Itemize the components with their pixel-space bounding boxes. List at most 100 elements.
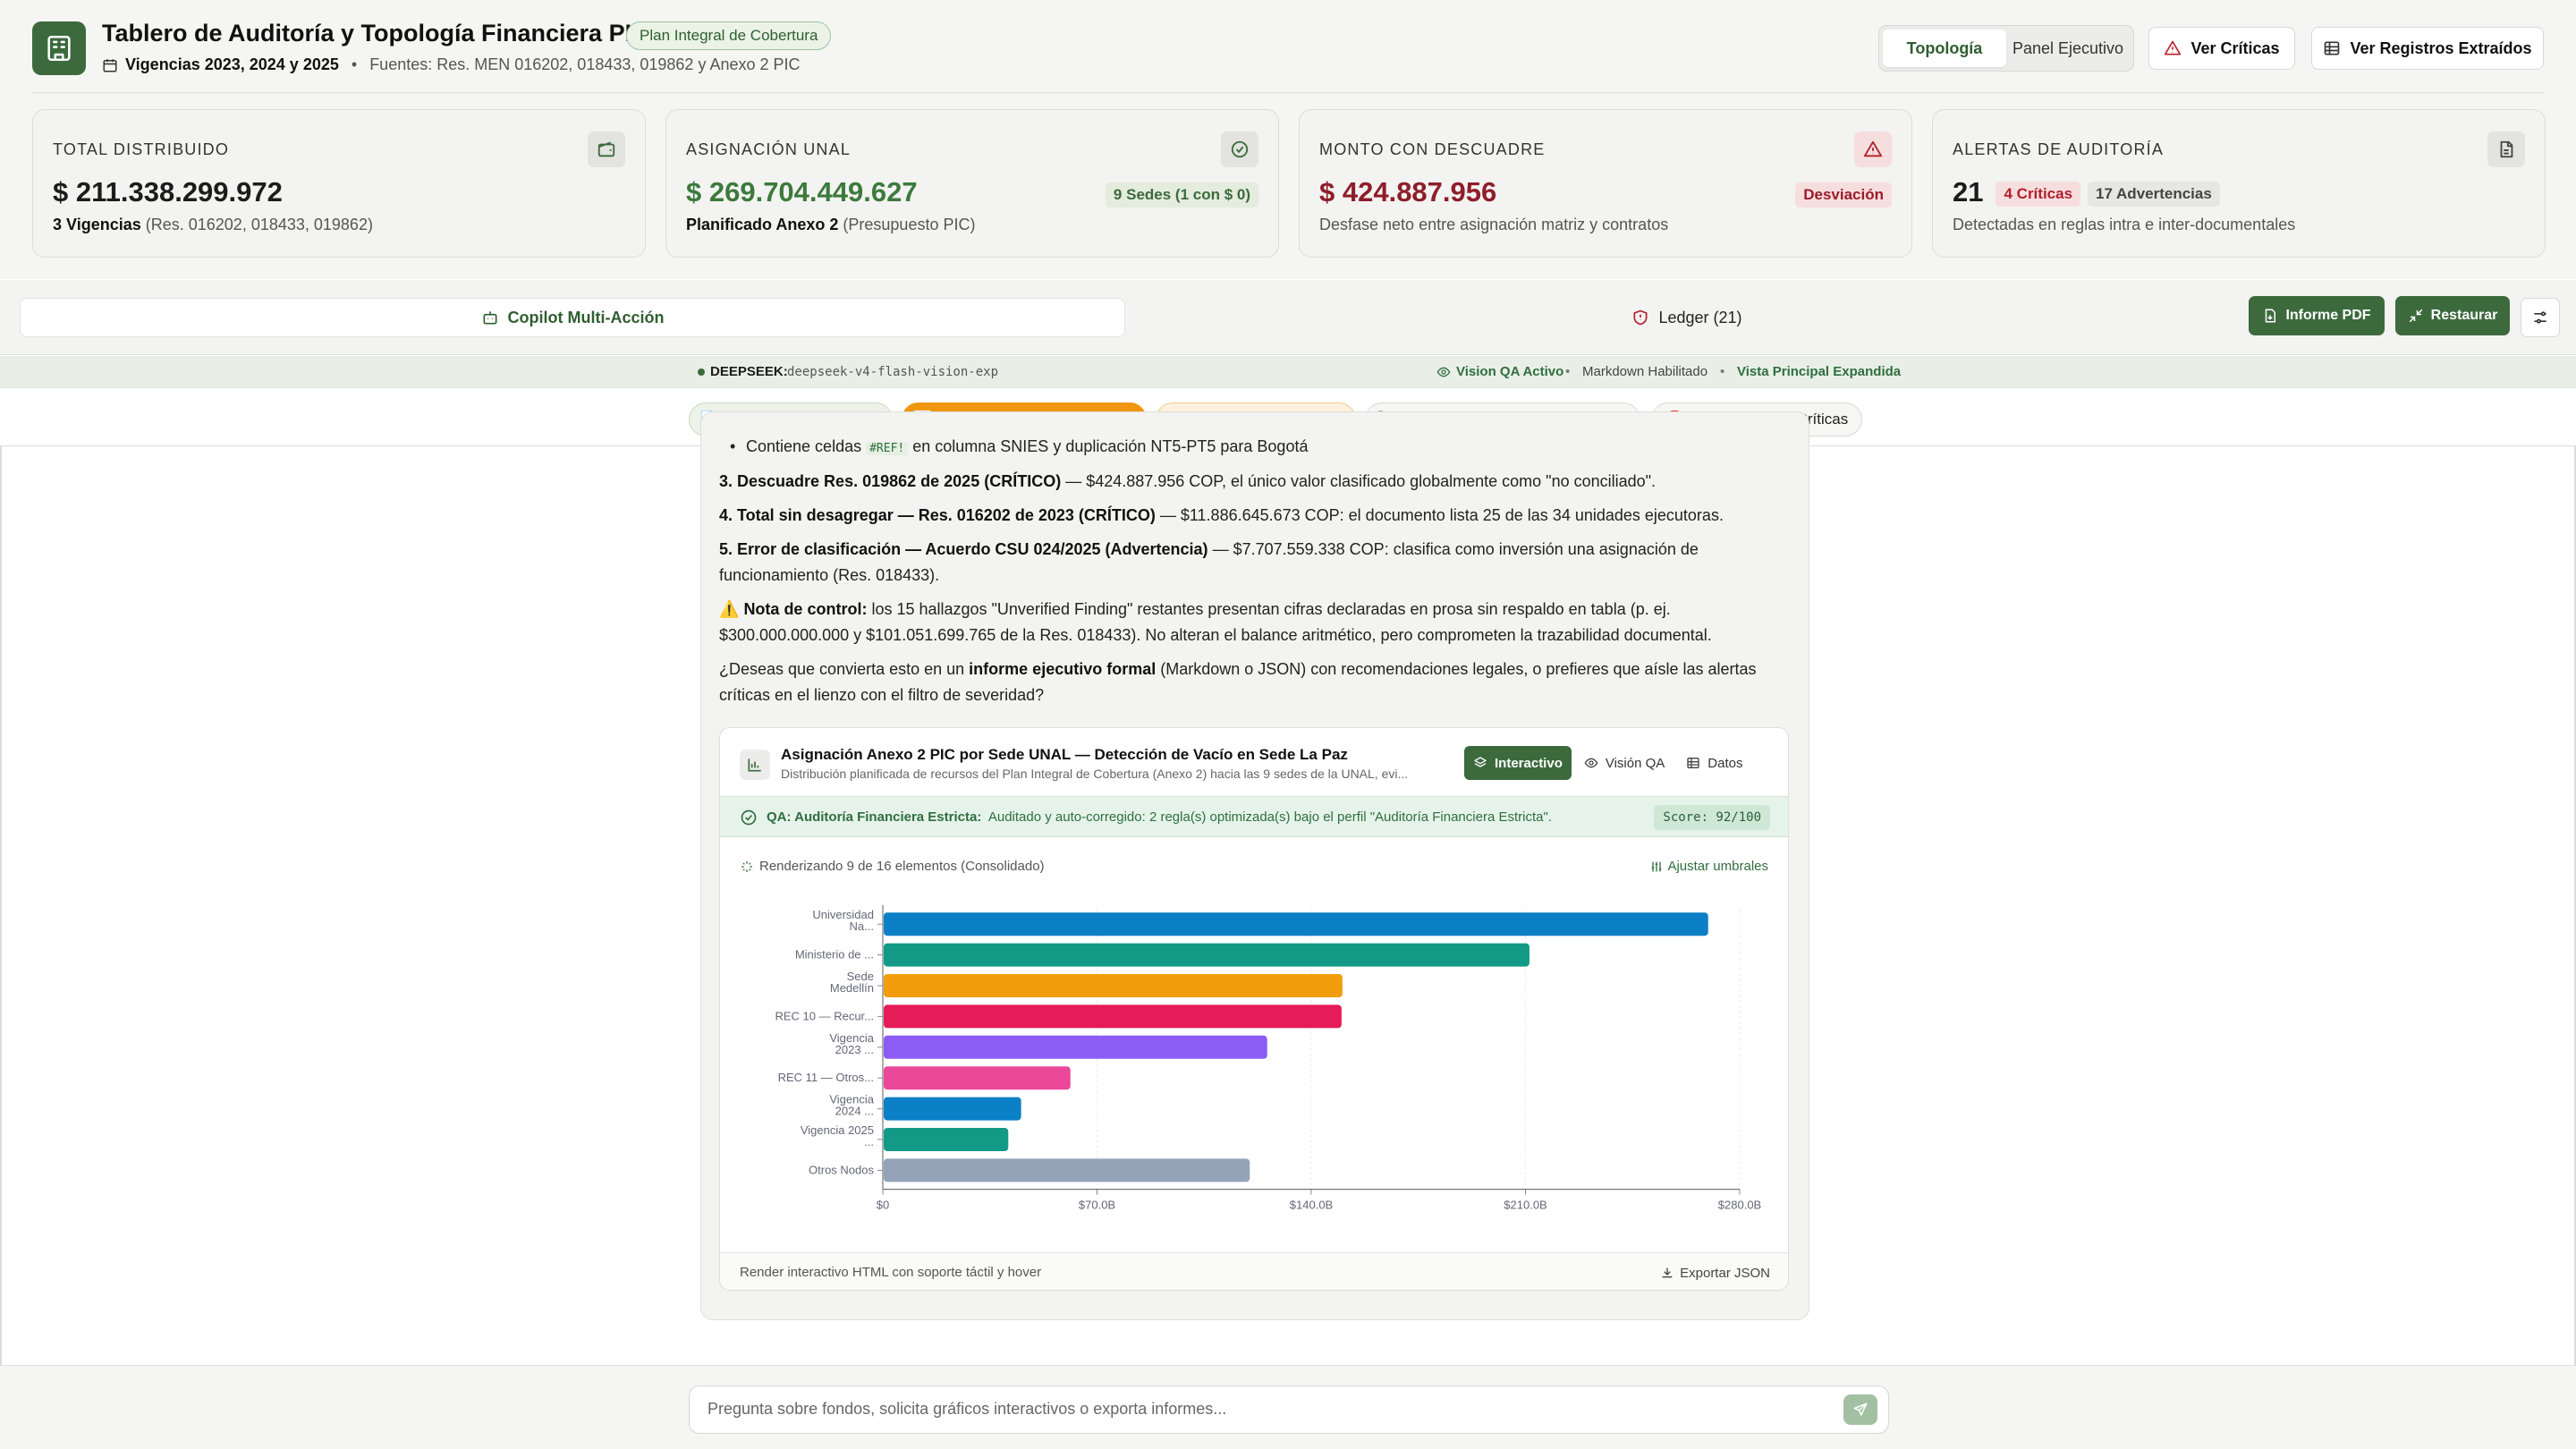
- view-status: Vista Principal Expandida: [1737, 364, 1902, 379]
- y-tick-label-line: REC 11 — Otros...: [778, 1071, 874, 1084]
- alert-triangle-icon: [1854, 131, 1892, 167]
- calendar-icon: [102, 57, 118, 73]
- restaurar-button[interactable]: Restaurar: [2395, 296, 2510, 335]
- card-monto-descuadre: MONTO CON DESCUADRE $ 424.887.956 Desvia…: [1299, 109, 1912, 258]
- finding-title: 4. Total sin desagregar — Res. 016202 de…: [719, 506, 1156, 524]
- x-tick-label: $280.0B: [1718, 1199, 1761, 1212]
- qa-text: QA: Auditoría Financiera Estricta: Audit…: [767, 797, 1552, 838]
- header-divider: [32, 92, 2544, 93]
- y-tick-label-line: Vigencia 2025: [801, 1123, 874, 1137]
- ver-registros-button[interactable]: Ver Registros Extraídos: [2311, 27, 2544, 70]
- separator-dot: •: [351, 55, 358, 73]
- plan-badge: Plan Integral de Cobertura: [626, 21, 832, 50]
- document-icon: [2487, 131, 2525, 167]
- x-tick-label: $0: [877, 1199, 889, 1212]
- informe-pdf-label: Informe PDF: [2285, 308, 2371, 323]
- minimize-icon: [2408, 308, 2424, 324]
- ver-criticas-button[interactable]: Ver Críticas: [2148, 27, 2295, 70]
- x-tick-label: $70.0B: [1079, 1199, 1115, 1212]
- bar: [884, 1158, 1250, 1182]
- tab-vision-qa[interactable]: Visión QA: [1575, 746, 1674, 780]
- ref-error-code: #REF!: [866, 442, 909, 455]
- ver-registros-label: Ver Registros Extraídos: [2350, 38, 2532, 57]
- tab-interactivo[interactable]: Interactivo: [1464, 746, 1572, 780]
- tab-ledger[interactable]: Ledger (21): [1134, 298, 2240, 337]
- chart-view-tabs: Interactivo Visión QA Datos: [1464, 746, 1768, 780]
- tab-vision-qa-label: Visión QA: [1605, 755, 1665, 771]
- view-switcher: Topología Panel Ejecutivo: [1878, 25, 2134, 72]
- dashboard-header: Tablero de Auditoría y Topología Financi…: [0, 0, 2576, 279]
- exportar-json-label: Exportar JSON: [1680, 1265, 1770, 1281]
- card-total-distribuido: TOTAL DISTRIBUIDO $ 211.338.299.972 3 Vi…: [32, 109, 646, 258]
- y-tick-label: REC 10 — Recur...: [775, 1009, 874, 1022]
- content-border-left: [0, 446, 2, 1365]
- chart-card: Asignación Anexo 2 PIC por Sede UNAL — D…: [719, 727, 1789, 1291]
- send-button[interactable]: [1843, 1394, 1877, 1425]
- y-tick-label: Vigencia 2024 ...: [829, 1093, 874, 1118]
- chart-footer: Render interactivo HTML con soporte táct…: [720, 1252, 1788, 1290]
- y-tick-label: Universidad Na...: [812, 908, 874, 933]
- settings-sliders-button[interactable]: [2521, 298, 2560, 337]
- warning-icon: ⚠️: [719, 600, 740, 618]
- criticas-chip[interactable]: 4 Críticas: [1996, 182, 2081, 207]
- tab-copilot[interactable]: Copilot Multi-Acción: [20, 298, 1125, 337]
- render-info-text: Renderizando 9 de 16 elementos (Consolid…: [759, 859, 1045, 874]
- informe-pdf-button[interactable]: Informe PDF: [2249, 296, 2385, 335]
- message-bullet: • Contiene celdas #REF! en columna SNIES…: [719, 434, 1792, 462]
- card-footer: Desfase neto entre asignación matriz y c…: [1319, 216, 1669, 233]
- card-footer-text: (Presupuesto PIC): [843, 216, 976, 233]
- bar: [884, 974, 1343, 997]
- status-dot: [698, 369, 705, 376]
- card-footer: 3 Vigencias (Res. 016202, 018433, 019862…: [53, 216, 373, 234]
- bar: [884, 1035, 1267, 1059]
- chart-subtitle: Distribución planificada de recursos del…: [781, 767, 1409, 781]
- tab-datos-label: Datos: [1707, 755, 1743, 771]
- building-logo-icon: [32, 21, 86, 75]
- alert-summary: 21 4 Críticas 17 Advertencias: [1953, 176, 2220, 208]
- chart-title: Asignación Anexo 2 PIC por Sede UNAL — D…: [781, 746, 1348, 763]
- y-tick-label: Otros Nodos: [809, 1163, 874, 1176]
- question-text: ¿Deseas que convierta esto en un: [719, 660, 970, 678]
- sliders-icon: [2531, 309, 2549, 326]
- wallet-icon: [588, 131, 625, 167]
- exportar-json-button[interactable]: Exportar JSON: [1660, 1253, 1770, 1290]
- y-tick-label-line: 2023 ...: [835, 1043, 874, 1056]
- bar: [884, 943, 1530, 967]
- bot-icon: [481, 309, 499, 326]
- qa-label: QA: Auditoría Financiera Estricta:: [767, 809, 982, 825]
- y-tick-label-line: ...: [864, 1135, 874, 1148]
- chat-input[interactable]: [708, 1386, 1817, 1432]
- vision-qa-status: Vision QA Activo: [1436, 356, 1563, 388]
- fuentes-text: Fuentes: Res. MEN 016202, 018433, 019862…: [369, 55, 801, 73]
- tab-panel-ejecutivo[interactable]: Panel Ejecutivo: [2006, 30, 2130, 67]
- advertencias-chip[interactable]: 17 Advertencias: [2088, 182, 2220, 207]
- y-tick-label-line: Ministerio de ...: [795, 948, 874, 962]
- qa-message: Auditado y auto-corregido: 2 regla(s) op…: [987, 809, 1552, 825]
- eye-icon: [1584, 756, 1598, 770]
- bullet-text: en columna SNIES y duplicación NT5-PT5 p…: [908, 437, 1309, 455]
- tab-datos[interactable]: Datos: [1677, 746, 1751, 780]
- x-tick-label: $140.0B: [1290, 1199, 1333, 1212]
- card-value: $ 424.887.956: [1319, 176, 1497, 208]
- ajustar-umbrales-button[interactable]: Ajustar umbrales: [1649, 859, 1768, 874]
- sparkles-icon: [740, 860, 754, 874]
- card-footer-bold: 3 Vigencias: [53, 216, 141, 233]
- tab-topologia[interactable]: Topología: [1883, 30, 2006, 67]
- finding-4: 4. Total sin desagregar — Res. 016202 de…: [719, 503, 1792, 529]
- eye-icon: [1436, 365, 1451, 379]
- layers-icon: [1473, 756, 1487, 770]
- card-footer: Detectadas en reglas intra e inter-docum…: [1953, 216, 2296, 233]
- workspace-toolbar: Copilot Multi-Acción Ledger (21) Informe…: [0, 280, 2576, 355]
- card-label: TOTAL DISTRIBUIDO: [53, 140, 230, 158]
- bar-chart-icon: [740, 750, 770, 780]
- finding-title: 3. Descuadre Res. 019862 de 2025 (CRÍTIC…: [719, 472, 1062, 490]
- render-info: Renderizando 9 de 16 elementos (Consolid…: [740, 859, 1045, 874]
- bar: [884, 1004, 1342, 1029]
- bullet-dot: •: [730, 437, 736, 455]
- sliders-icon: [1649, 860, 1664, 874]
- model-name: deepseek-v4-flash-vision-exp: [787, 365, 999, 379]
- chart-footer-text: Render interactivo HTML con soporte táct…: [740, 1265, 1042, 1280]
- sedes-chip: 9 Sedes (1 con $ 0): [1105, 182, 1258, 208]
- y-tick-label: Vigencia 2025...: [801, 1123, 874, 1148]
- vision-label: Vision QA Activo: [1456, 364, 1564, 379]
